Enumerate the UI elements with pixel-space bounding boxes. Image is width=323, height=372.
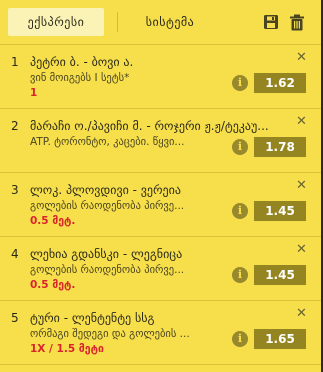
bet-number: 5 [11,311,19,325]
bet-item: 4 ლეხია გდანსკი - ლეგნიცა გოლების რაოდენ… [0,237,321,301]
bet-selection: 1 [30,87,38,99]
bet-number: 2 [11,119,19,133]
bet-item: 3 ლოკ. პლოვდივი - ვერეია გოლების რაოდენო… [0,173,321,237]
bet-item: 5 ტური - ლენტენტე სსგ ორმაგი შედეგი და გ… [0,301,321,365]
close-icon[interactable]: ✕ [296,307,307,320]
trash-icon[interactable] [289,14,305,35]
bet-item: 1 პეტრი ბ. - ბოვი ა. ვინ მოიგებს I სეტს*… [0,45,321,109]
bet-match-title: ლეხია გდანსკი - ლეგნიცა [30,247,183,261]
bet-match-title: ლოკ. პლოვდივი - ვერეია [30,183,181,197]
odds-badge: 1.78 [254,137,306,157]
bet-market: გოლების რაოდენობა პირვე... [30,264,185,276]
bet-market: გოლების რაოდენობა პირვე... [30,200,185,212]
close-icon[interactable]: ✕ [296,179,307,192]
bet-market: ვინ მოიგებს I სეტს* [30,72,130,84]
tab-divider [117,12,118,32]
bet-number: 3 [11,183,19,197]
close-icon[interactable]: ✕ [296,115,307,128]
info-icon[interactable]: i [232,139,248,155]
bet-market: ორმაგი შედეგი და გოლების ... [30,328,190,340]
betslip-panel: ექსპრესი სისტემა 1 პეტრი ბ. - ბოვი ა. ვი… [0,0,321,372]
bet-selection: 0.5 მეტ. [30,279,76,291]
tab-express[interactable]: ექსპრესი [8,8,104,36]
info-icon[interactable]: i [232,75,248,91]
close-icon[interactable]: ✕ [296,51,307,64]
odds-badge: 1.65 [254,329,306,349]
betslip-header: ექსპრესი სისტემა [0,0,321,44]
tab-system[interactable]: სისტემა [122,8,218,36]
bet-number: 1 [11,55,19,69]
close-icon[interactable]: ✕ [296,243,307,256]
bet-match-title: ტური - ლენტენტე სსგ [30,311,155,325]
bet-number: 4 [11,247,19,261]
bet-selection: 0.5 მეტ. [30,215,76,227]
odds-badge: 1.45 [254,201,306,221]
bet-match-title: პეტრი ბ. - ბოვი ა. [30,55,134,69]
bet-match-title: მარაჩი ო./პავიჩი მ. - როჯერი ჟ.ჟ/ტეკაუ..… [30,119,269,133]
info-icon[interactable]: i [232,331,248,347]
bet-market: ATP. ტორონტო, კაცები. წყვი... [30,136,185,148]
bet-item: 2 მარაჩი ო./პავიჩი მ. - როჯერი ჟ.ჟ/ტეკაუ… [0,109,321,173]
info-icon[interactable]: i [232,203,248,219]
odds-badge: 1.45 [254,265,306,285]
bet-selection: 1X / 1.5 მეტი [30,343,104,355]
odds-badge: 1.62 [254,73,306,93]
save-icon[interactable] [263,14,279,34]
info-icon[interactable]: i [232,267,248,283]
